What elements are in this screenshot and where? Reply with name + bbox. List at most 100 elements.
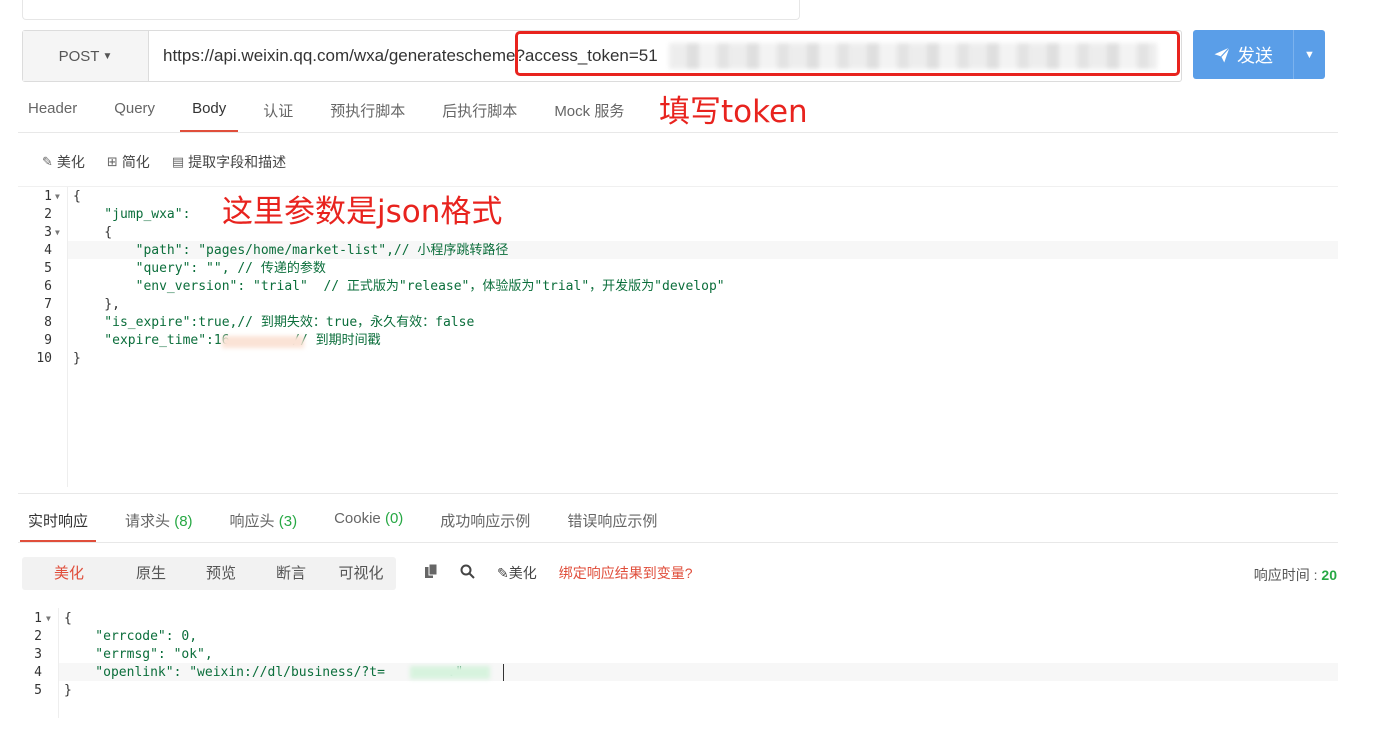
tab-realtime-response[interactable]: 实时响应: [20, 500, 97, 542]
body-line-numbers: 1 2 3 4 5 6 7 8 9 10: [28, 188, 52, 368]
fold-arrow-icon[interactable]: ▼: [55, 188, 60, 206]
beautify-button[interactable]: ✎ 美化: [42, 152, 85, 172]
simplify-label: 简化: [121, 154, 150, 170]
method-label: POST: [58, 47, 100, 65]
top-panel-edge: [22, 0, 800, 20]
tab-pre-script[interactable]: 预执行脚本: [330, 90, 405, 132]
tab-count: (8): [174, 513, 193, 530]
line-number: 7: [44, 297, 52, 312]
code-line: {: [64, 611, 72, 626]
tab-request-headers[interactable]: 请求头 (8): [125, 500, 193, 542]
line-number: 5: [34, 683, 42, 698]
response-time-value: 20: [1321, 567, 1337, 583]
simplify-button[interactable]: ⊞ 简化: [107, 152, 150, 172]
code-line: }: [64, 683, 72, 698]
send-button[interactable]: 发送: [1193, 30, 1294, 79]
view-mode-raw[interactable]: 原生: [116, 557, 186, 590]
extract-label: 提取字段和描述: [188, 154, 287, 170]
send-options-dropdown[interactable]: ▼: [1294, 30, 1325, 79]
request-tabs: Header Query Body 认证 预执行脚本 后执行脚本 Mock 服务: [28, 90, 661, 132]
tab-post-script[interactable]: 后执行脚本: [442, 90, 517, 132]
sitemap-icon: ⊞: [106, 154, 118, 169]
tab-label: 请求头: [125, 513, 171, 530]
tab-auth[interactable]: 认证: [263, 90, 293, 132]
divider: [18, 132, 1338, 133]
response-time-label: 响应时间 :: [1253, 567, 1322, 583]
line-number: 3: [44, 225, 52, 240]
response-view-modes: 美化 原生 预览 断言 可视化: [22, 557, 396, 590]
line-number: 3: [34, 647, 42, 662]
response-code-viewer[interactable]: { "errcode": 0, "errmsg": "ok", "openlin…: [64, 610, 463, 700]
response-time: 响应时间 : 20: [1254, 565, 1337, 585]
line-number: 9: [44, 333, 52, 348]
divider: [18, 542, 1338, 543]
fold-markers: ▼: [46, 610, 51, 628]
response-line-numbers: 1 2 3 4 5: [20, 610, 42, 700]
paper-plane-icon: [1214, 46, 1230, 62]
caret-down-icon: ▼: [1304, 48, 1315, 61]
tab-cookie[interactable]: Cookie (0): [334, 500, 403, 542]
fold-markers: ▼ ▼: [55, 188, 60, 242]
tab-label: 错误响应示例: [567, 513, 658, 530]
redacted-openlink: [410, 666, 490, 679]
document-icon: ▤: [171, 154, 185, 169]
line-number: 10: [36, 351, 52, 366]
body-toolbar: ✎ 美化 ⊞ 简化 ▤ 提取字段和描述: [42, 152, 308, 172]
view-mode-assert[interactable]: 断言: [256, 557, 326, 590]
tab-label: Cookie: [334, 510, 381, 527]
tab-mock[interactable]: Mock 服务: [554, 90, 624, 132]
search-icon[interactable]: [460, 564, 475, 582]
code-line: }: [73, 351, 81, 366]
text-cursor: [503, 664, 504, 681]
tab-label: 响应头: [229, 513, 275, 530]
code-line: "query": "", // 传递的参数: [73, 261, 326, 276]
code-line: "env_version": "trial" // 正式版为"release"，…: [73, 279, 725, 294]
code-line: "openlink": "weixin://dl/business/?t= .": [64, 665, 464, 680]
token-highlight-box: [515, 31, 1180, 76]
tab-query[interactable]: Query: [114, 90, 155, 132]
tab-success-example[interactable]: 成功响应示例: [440, 500, 530, 542]
annotation-token: 填写token: [659, 94, 808, 130]
fold-arrow-icon[interactable]: ▼: [55, 224, 60, 242]
send-label: 发送: [1237, 45, 1273, 66]
divider: [18, 493, 1338, 494]
line-number: 5: [44, 261, 52, 276]
tab-count: (0): [384, 510, 404, 527]
fold-arrow-icon[interactable]: ▼: [46, 610, 51, 628]
line-number: 2: [34, 629, 42, 644]
tab-label: 实时响应: [28, 513, 89, 530]
code-line: "is_expire":true,// 到期失效：true，永久有效：false: [73, 315, 475, 330]
extract-fields-button[interactable]: ▤ 提取字段和描述: [172, 152, 286, 172]
line-number: 6: [44, 279, 52, 294]
view-mode-beautify[interactable]: 美化: [22, 557, 116, 590]
code-line: "path": "pages/home/market-list",// 小程序跳…: [73, 243, 509, 258]
editor-gutter-border: [67, 187, 68, 487]
line-number: 2: [44, 207, 52, 222]
code-line: },: [73, 297, 120, 312]
beautify-label: 美化: [508, 565, 537, 581]
caret-down-icon: ▼: [102, 50, 113, 62]
line-number: 1: [34, 611, 42, 626]
annotation-json-params: 这里参数是json格式: [222, 194, 503, 230]
method-select[interactable]: POST ▼: [23, 31, 149, 81]
code-line: "errmsg": "ok",: [64, 647, 213, 662]
divider: [18, 186, 1338, 187]
line-number: 1: [44, 189, 52, 204]
view-mode-visualize[interactable]: 可视化: [326, 557, 396, 590]
view-mode-preview[interactable]: 预览: [186, 557, 256, 590]
tab-count: (3): [278, 513, 298, 530]
tab-response-headers[interactable]: 响应头 (3): [230, 500, 298, 542]
line-number: 4: [34, 665, 42, 680]
response-toolbar: ✎美化 绑定响应结果到变量?: [424, 563, 693, 583]
bind-response-link[interactable]: 绑定响应结果到变量?: [559, 563, 693, 583]
response-tabs: 实时响应 请求头 (8) 响应头 (3) Cookie (0) 成功响应示例 错…: [20, 500, 694, 542]
tab-body[interactable]: Body: [180, 90, 239, 132]
tab-error-example[interactable]: 错误响应示例: [567, 500, 657, 542]
magic-wand-icon: ✎: [42, 154, 53, 169]
tab-header[interactable]: Header: [28, 90, 77, 132]
line-number: 8: [44, 315, 52, 330]
copy-icon[interactable]: [424, 563, 438, 582]
send-button-group: 发送 ▼: [1193, 30, 1325, 79]
code-line: "errcode": 0,: [64, 629, 198, 644]
response-beautify-button[interactable]: ✎美化: [497, 563, 537, 583]
